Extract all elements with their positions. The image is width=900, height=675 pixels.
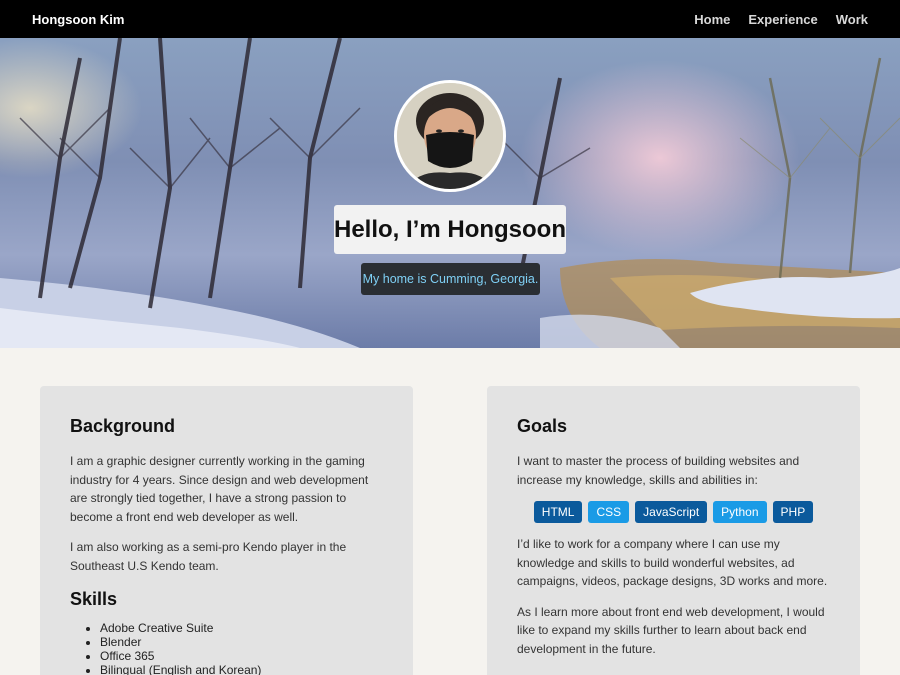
goals-heading: Goals xyxy=(517,416,568,436)
goals-paragraph-2: As I learn more about front end web deve… xyxy=(517,604,825,656)
background-paragraph-1: I am a graphic designer currently workin… xyxy=(70,454,369,524)
skill-tags: HTML CSS JavaScript Python PHP xyxy=(517,501,830,523)
background-heading: Background xyxy=(70,416,176,436)
goals-card: Goals I want to master the process of bu… xyxy=(487,386,860,675)
goals-paragraph-1: I’d like to work for a company where I c… xyxy=(517,537,828,588)
background-paragraph-2: I am also working as a semi-pro Kendo pl… xyxy=(70,540,347,573)
nav-links: Home Experience Work xyxy=(694,12,868,27)
tag-css: CSS xyxy=(588,501,630,523)
list-item: Bilingual (English and Korean) xyxy=(100,663,383,675)
brand-link[interactable]: Hongsoon Kim xyxy=(32,12,124,27)
nav-experience-link[interactable]: Experience xyxy=(748,12,817,27)
goals-intro: I want to master the process of building… xyxy=(517,454,800,487)
skills-list: Adobe Creative Suite Blender Office 365 … xyxy=(70,621,383,675)
profile-avatar xyxy=(394,80,506,192)
tag-python: Python xyxy=(713,501,767,523)
tag-html: HTML xyxy=(533,501,583,523)
list-item: Adobe Creative Suite xyxy=(100,621,383,635)
tag-javascript: JavaScript xyxy=(635,501,708,523)
list-item: Blender xyxy=(100,635,383,649)
hero-banner: Hello, I’m Hongsoon My home is Cumming, … xyxy=(0,38,900,348)
nav-work-link[interactable]: Work xyxy=(836,12,868,27)
hero-subtitle: My home is Cumming, Georgia. xyxy=(361,263,540,295)
skills-heading: Skills xyxy=(70,589,118,609)
tag-php: PHP xyxy=(772,501,814,523)
background-card: Background I am a graphic designer curre… xyxy=(40,386,413,675)
navbar: Hongsoon Kim Home Experience Work xyxy=(0,0,900,38)
nav-home-link[interactable]: Home xyxy=(694,12,730,27)
hero-title: Hello, I’m Hongsoon xyxy=(334,205,566,254)
list-item: Office 365 xyxy=(100,649,383,663)
